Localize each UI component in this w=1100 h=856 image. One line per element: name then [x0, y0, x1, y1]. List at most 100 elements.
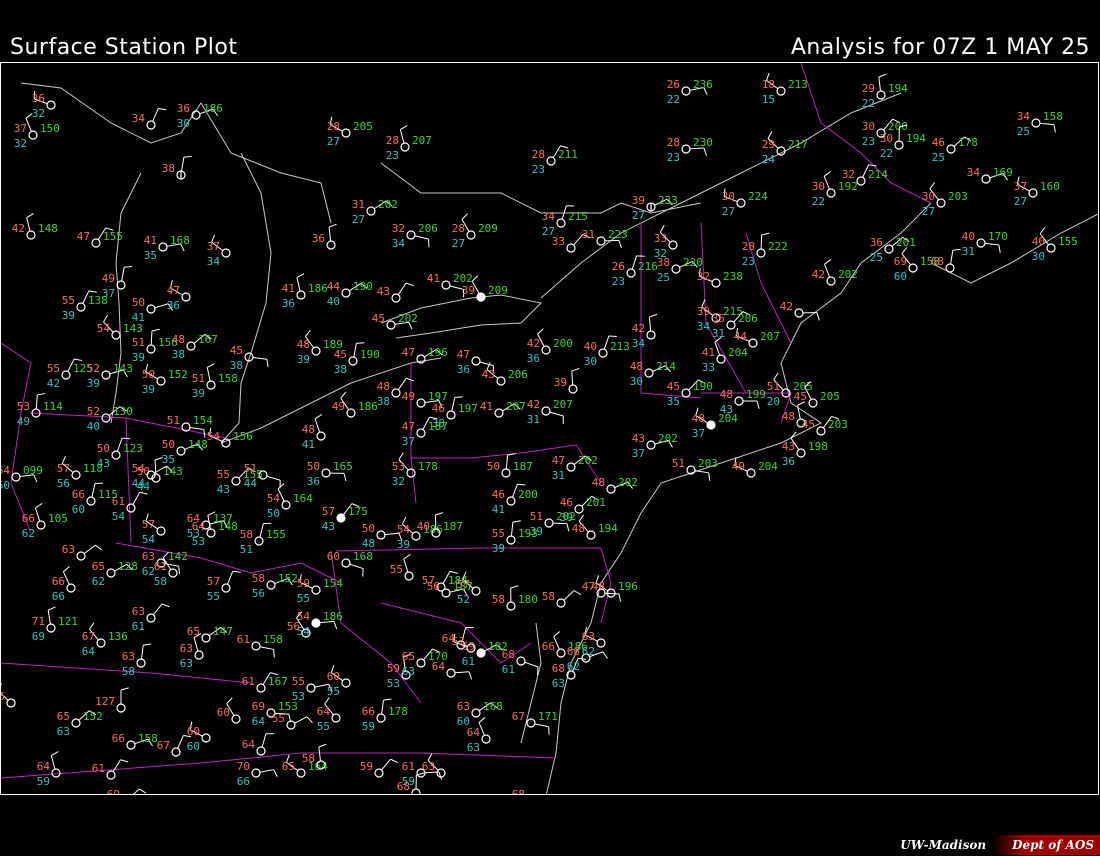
sky-cover-icon — [186, 341, 196, 351]
wind-barb-flag — [708, 472, 711, 481]
pressure-label: 154 — [323, 577, 343, 590]
wind-barb — [318, 747, 322, 762]
station-model: 42 36 200 — [527, 328, 573, 365]
temperature-label: 53 — [392, 460, 405, 473]
sky-cover-icon — [568, 384, 578, 394]
temperature-label: 45 — [802, 418, 815, 431]
sky-cover-icon — [194, 650, 204, 660]
station-model: 68 — [512, 788, 525, 794]
sky-cover-icon — [884, 244, 894, 254]
pressure-label: 202 — [378, 198, 398, 211]
temperature-label: 63 — [132, 605, 145, 618]
sky-cover-icon — [856, 176, 866, 186]
sky-cover-icon — [391, 388, 401, 398]
dewpoint-label: 56 — [252, 587, 265, 600]
sky-cover-icon — [251, 768, 261, 778]
pressure-label: 171 — [538, 710, 558, 723]
dewpoint-label: 30 — [1032, 250, 1045, 263]
sky-cover-icon — [566, 243, 576, 253]
wind-barb — [561, 205, 567, 220]
pressure-label: 204 — [728, 346, 748, 359]
wind-barb-flag — [161, 603, 170, 608]
wind-barb — [328, 227, 332, 242]
station-plot-map[interactable]: 36 32 37 32 150 34 36 30 186 28 27 205 28 23 207 28 23 21… — [0, 62, 1099, 795]
sky-cover-icon — [711, 278, 721, 288]
station-model: 58 180 — [492, 585, 538, 611]
pressure-label: 194 — [598, 522, 618, 535]
pressure-label: 198 — [808, 440, 828, 453]
station-model: 66 59 178 — [362, 698, 408, 733]
wind-barb — [259, 646, 274, 650]
wind-barb-flag — [512, 520, 521, 523]
wind-barb-flag — [816, 312, 820, 321]
pressure-label: 201 — [586, 496, 606, 509]
station-model: 48 38 167 — [172, 333, 218, 361]
pressure-label: 150 — [40, 122, 60, 135]
station-model: 26 22 236 — [667, 78, 713, 106]
temperature-label: 54 — [267, 492, 281, 505]
pressure-label: 170 — [988, 230, 1008, 243]
temperature-label: 41 — [282, 282, 295, 295]
station-model: 49 186 — [332, 391, 378, 418]
dewpoint-label: 22 — [880, 147, 893, 160]
temperature-label: 50 — [362, 522, 375, 535]
sky-cover-icon — [341, 288, 351, 298]
temperature-label: 48 — [720, 388, 733, 401]
temperature-label: 39 — [697, 305, 710, 318]
wind-barb — [193, 637, 199, 652]
pressure-label: 186 — [358, 400, 378, 413]
dewpoint-label: 37 — [692, 427, 705, 440]
pressure-label: 222 — [768, 240, 788, 253]
station-model: 47 155 — [77, 227, 123, 248]
wind-barb-flag — [266, 359, 269, 368]
wind-barb-flag — [761, 232, 770, 236]
station-model: 50 39 152 — [142, 363, 188, 396]
sky-cover-icon — [598, 348, 608, 358]
dewpoint-label: 39 — [142, 383, 155, 396]
wind-barb-flag — [461, 213, 468, 220]
sky-cover-icon — [736, 198, 746, 208]
station-model: 59 — [360, 758, 399, 778]
wind-barb — [454, 671, 469, 674]
wind-barb-flag — [403, 554, 411, 560]
temperature-label: 64 — [192, 520, 206, 533]
sky-cover-icon — [586, 530, 596, 540]
station-model: 4234 — [632, 313, 658, 350]
sky-cover-icon — [11, 472, 21, 482]
dewpoint-label: 27 — [1014, 195, 1027, 208]
wind-barb-flag — [406, 377, 415, 382]
wind-barb — [563, 590, 575, 601]
temperature-label: 63 — [422, 760, 435, 773]
wind-barb — [648, 317, 652, 332]
wind-barb — [414, 235, 429, 240]
wind-barb-flag — [37, 392, 46, 396]
sky-cover-icon — [146, 344, 156, 354]
dewpoint-label: 36 — [527, 352, 540, 365]
dewpoint-label: 40 — [327, 295, 340, 308]
wind-barb-flag — [340, 391, 347, 399]
temperature-label: 51 — [530, 510, 543, 523]
sky-cover-icon — [106, 568, 116, 578]
credit-institution: UW-Madison — [900, 838, 987, 852]
sky-cover-icon — [566, 462, 576, 472]
pressure-label: 216 — [638, 260, 658, 273]
temperature-label: 36 — [32, 92, 45, 105]
temperature-label: 40 — [1032, 235, 1045, 248]
sky-cover-icon — [556, 598, 566, 608]
wind-barb-flag — [207, 363, 215, 368]
dewpoint-label: 63 — [467, 741, 480, 754]
pressure-label: 160 — [1040, 180, 1060, 193]
dewpoint-label: 36 — [307, 475, 320, 488]
station-model: 36 30 186 — [177, 102, 223, 130]
station-model: 54 156 — [207, 427, 253, 448]
pressure-label: 143 — [123, 322, 143, 335]
dewpoint-label: 38 — [334, 363, 347, 376]
dewpoint-label: 69 — [32, 630, 45, 643]
dewpoint-label: 53 — [192, 535, 205, 548]
temperature-label: 44 — [327, 280, 341, 293]
wind-barb — [549, 411, 564, 417]
temperature-label: 28 — [327, 120, 340, 133]
sky-cover-icon — [221, 438, 231, 448]
wind-barb — [266, 475, 281, 481]
pressure-label: 168 — [170, 234, 190, 247]
